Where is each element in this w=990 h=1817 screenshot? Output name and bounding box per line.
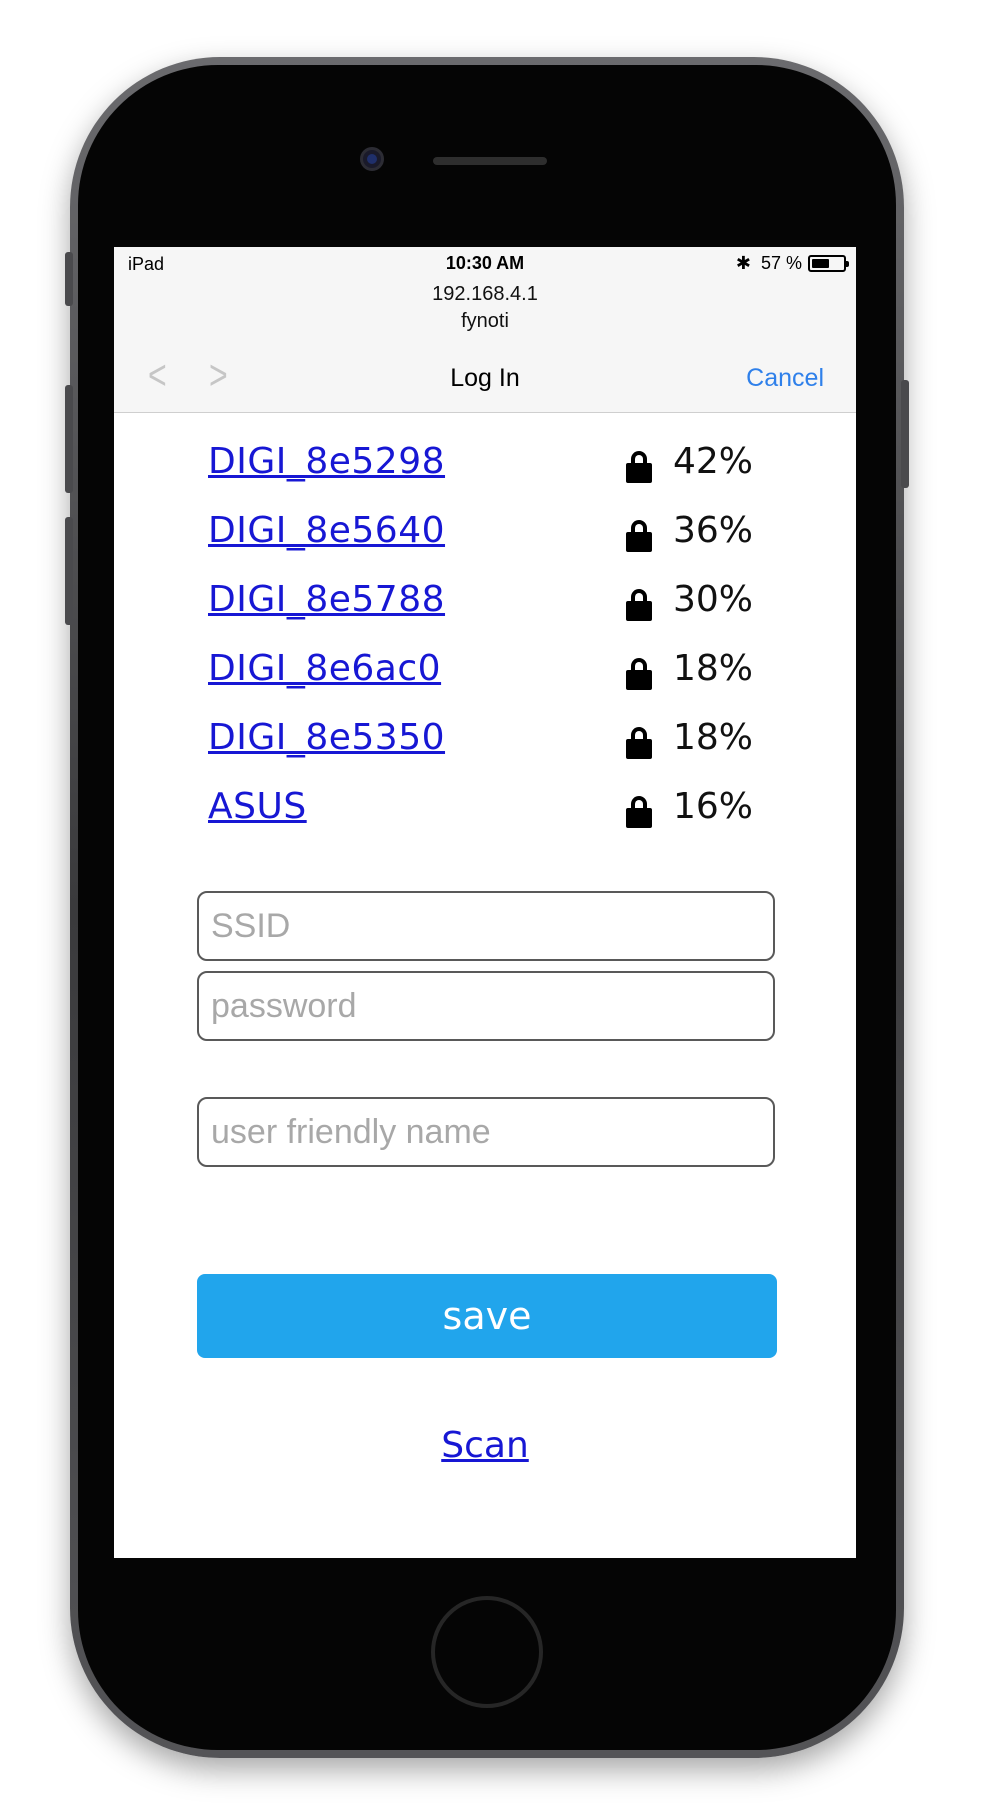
save-button[interactable]: save — [197, 1274, 777, 1358]
network-row: DIGI_8e5788 30% — [208, 579, 768, 639]
browser-header: iPad 10:30 AM ✱ 57 % 192.168.4.1 fynoti … — [114, 247, 856, 413]
scan-link[interactable]: Scan — [114, 1425, 856, 1466]
network-ssid-link[interactable]: DIGI_8e5350 — [208, 717, 445, 758]
battery-level — [812, 259, 830, 268]
signal-strength: 42% — [673, 441, 754, 482]
volume-down-button — [65, 517, 73, 625]
network-ssid-link[interactable]: DIGI_8e5640 — [208, 510, 445, 551]
speaker-grille — [433, 157, 547, 165]
network-row: DIGI_8e5298 42% — [208, 441, 768, 501]
signal-strength: 36% — [673, 510, 754, 551]
lock-icon — [626, 727, 652, 759]
signal-strength: 30% — [673, 579, 754, 620]
screen: iPad 10:30 AM ✱ 57 % 192.168.4.1 fynoti … — [114, 247, 856, 1558]
lock-icon — [626, 658, 652, 690]
camera-icon — [360, 147, 384, 171]
lock-icon — [626, 520, 652, 552]
lock-icon — [626, 796, 652, 828]
bluetooth-icon: ✱ — [735, 253, 751, 273]
battery-percent: 57 % — [760, 253, 802, 273]
network-row: DIGI_8e6ac0 18% — [208, 648, 768, 708]
ssid-input[interactable] — [197, 891, 775, 961]
signal-strength: 18% — [673, 717, 754, 758]
page-title: Log In — [450, 364, 520, 392]
signal-strength: 18% — [673, 648, 754, 689]
site-name: fynoti — [461, 310, 509, 332]
network-ssid-link[interactable]: DIGI_8e6ac0 — [208, 648, 441, 689]
password-input[interactable] — [197, 971, 775, 1041]
signal-strength: 16% — [673, 786, 754, 827]
network-row: DIGI_8e5640 36% — [208, 510, 768, 570]
home-button[interactable] — [431, 1596, 543, 1708]
network-ssid-link[interactable]: ASUS — [208, 786, 307, 827]
battery-icon — [808, 255, 849, 272]
mute-switch — [65, 252, 73, 306]
address-url[interactable]: 192.168.4.1 — [114, 283, 856, 306]
lock-icon — [626, 451, 652, 483]
network-ssid-link[interactable]: DIGI_8e5788 — [208, 579, 445, 620]
friendly-name-input[interactable] — [197, 1097, 775, 1167]
network-row: DIGI_8e5350 18% — [208, 717, 768, 777]
network-ssid-link[interactable]: DIGI_8e5298 — [208, 441, 445, 482]
power-button — [901, 380, 909, 488]
lock-icon — [626, 589, 652, 621]
status-indicators: ✱ 57 % — [735, 253, 849, 274]
network-row: ASUS 16% — [208, 786, 768, 846]
cancel-button[interactable]: Cancel — [746, 364, 824, 393]
volume-up-button — [65, 385, 73, 493]
